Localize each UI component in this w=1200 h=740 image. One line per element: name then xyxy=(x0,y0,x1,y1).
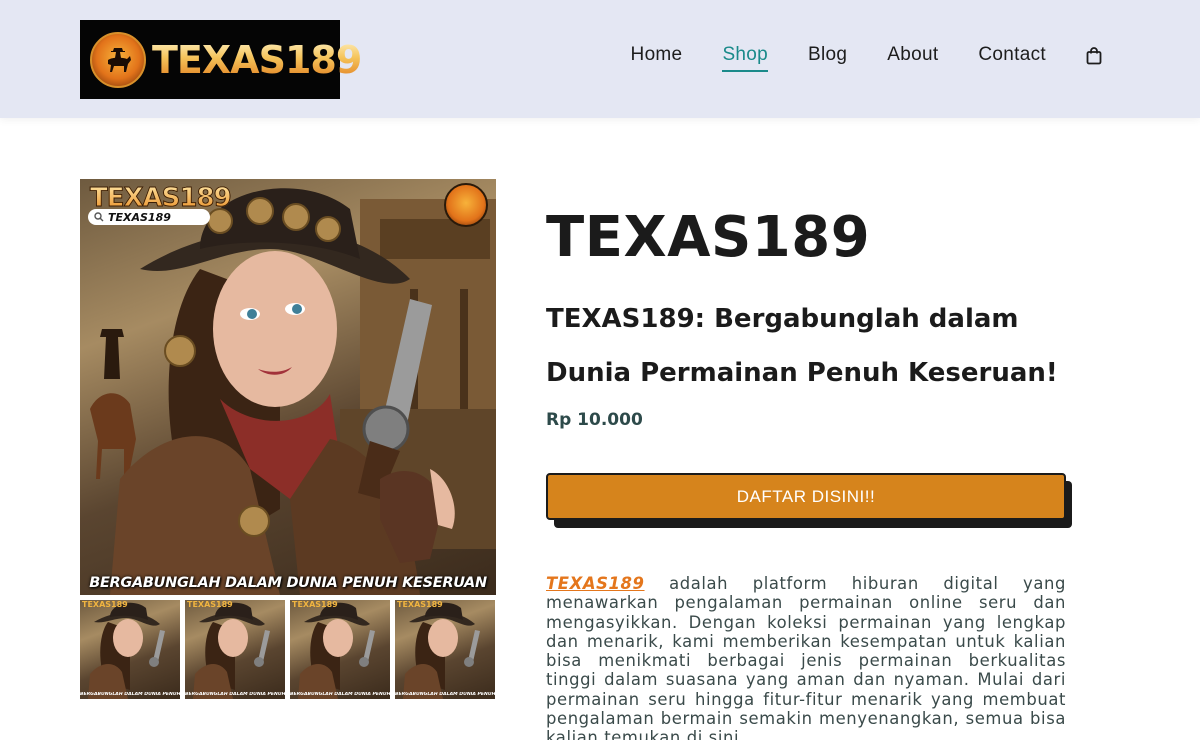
nav-about[interactable]: About xyxy=(887,44,938,72)
thumbnail-brand-text: TEXAS189 xyxy=(187,600,233,609)
cowboy-rider-icon xyxy=(90,31,146,88)
thumbnail-caption: BERGABUNGLAH DALAM DUNIA PENUH KESERUAN xyxy=(395,692,495,697)
thumbnail-illustration xyxy=(193,602,270,699)
product-thumbnail[interactable]: TEXAS189 BERGABUNGLAH DALAM DUNIA PENUH … xyxy=(290,600,390,699)
product-subtitle: TEXAS189: Bergabunglah dalam Dunia Perma… xyxy=(546,304,1058,388)
main-nav: Home Shop Blog About Contact xyxy=(591,44,1102,72)
product-main-image[interactable]: TEXAS189 TEXAS189 BERGABUNGLAH DALAM DUN… xyxy=(80,179,496,595)
nav-shop[interactable]: Shop xyxy=(722,44,768,72)
image-search-bar: TEXAS189 xyxy=(88,209,210,225)
logo-text: TEXAS189 xyxy=(152,37,362,82)
thumbnail-illustration xyxy=(88,602,165,699)
register-button[interactable]: DAFTAR DISINI!! xyxy=(546,473,1066,520)
thumbnail-caption: BERGABUNGLAH DALAM DUNIA PENUH KESERUAN xyxy=(290,692,390,697)
thumbnail-strip: TEXAS189 BERGABUNGLAH DALAM DUNIA PENUH … xyxy=(80,600,496,699)
product-description: TEXAS189 adalah platform hiburan digital… xyxy=(546,574,1066,740)
product-thumbnail[interactable]: TEXAS189 BERGABUNGLAH DALAM DUNIA PENUH … xyxy=(80,600,180,699)
nav-blog[interactable]: Blog xyxy=(808,44,847,72)
cowgirl-illustration xyxy=(90,188,496,595)
thumbnail-illustration xyxy=(298,602,375,699)
thumbnail-caption: BERGABUNGLAH DALAM DUNIA PENUH KESERUAN xyxy=(80,692,180,697)
nav-home[interactable]: Home xyxy=(631,44,683,72)
image-caption: BERGABUNGLAH DALAM DUNIA PENUH KESERUAN xyxy=(89,575,487,591)
product-thumbnail[interactable]: TEXAS189 BERGABUNGLAH DALAM DUNIA PENUH … xyxy=(185,600,285,699)
thumbnail-brand-text: TEXAS189 xyxy=(292,600,338,609)
site-header: TEXAS189 Home Shop Blog About Contact xyxy=(0,0,1200,118)
nav-contact[interactable]: Contact xyxy=(978,44,1046,72)
shopping-bag-icon[interactable] xyxy=(1086,47,1102,65)
product-price: Rp 10.000 xyxy=(546,410,643,430)
product-thumbnail[interactable]: TEXAS189 BERGABUNGLAH DALAM DUNIA PENUH … xyxy=(395,600,495,699)
cowboy-badge-icon xyxy=(444,183,488,227)
thumbnail-brand-text: TEXAS189 xyxy=(82,600,128,609)
search-icon xyxy=(94,212,104,222)
site-logo[interactable]: TEXAS189 xyxy=(80,20,362,99)
thumbnail-illustration xyxy=(403,602,480,699)
image-search-text: TEXAS189 xyxy=(108,210,171,224)
thumbnail-brand-text: TEXAS189 xyxy=(397,600,443,609)
description-text: adalah platform hiburan digital yang men… xyxy=(546,574,1066,740)
thumbnail-caption: BERGABUNGLAH DALAM DUNIA PENUH KESERUAN xyxy=(185,692,285,697)
description-link[interactable]: TEXAS189 xyxy=(546,574,645,593)
product-title: TEXAS189 xyxy=(546,205,871,270)
cta-container: DAFTAR DISINI!! xyxy=(546,473,1072,529)
